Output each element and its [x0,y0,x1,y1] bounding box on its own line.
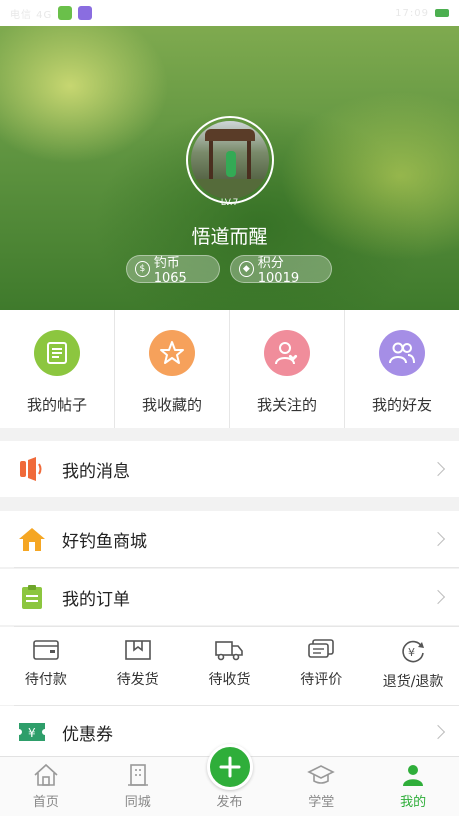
order-refund[interactable]: ¥ 退货/退款 [367,627,459,705]
nav-mine[interactable]: 我的 [367,757,459,816]
row-my-messages-label: 我的消息 [62,461,130,482]
row-my-orders-label: 我的订单 [62,589,130,610]
comment-icon [308,639,335,658]
order-pending-receipt[interactable]: 待收货 [184,627,276,705]
megaphone-icon [18,455,46,483]
quick-actions: 我的帖子 我收藏的 我关注的 我的好友 [0,310,459,428]
user-icon [403,765,424,786]
nav-home[interactable]: 首页 [0,757,92,816]
document-icon [34,330,80,376]
order-refund-label: 退货/退款 [382,674,444,690]
quick-my-favorites[interactable]: 我收藏的 [115,310,230,428]
order-status-strip: 待付款 待发货 待收货 待评价 ¥ 退货/退款 [0,627,459,705]
points-pill[interactable]: ◆ 积分 10019 [230,255,332,286]
truck-icon [215,641,244,661]
coins-label: 钓币 1065 [153,256,187,286]
package-icon [124,640,151,660]
nav-school[interactable]: 学堂 [275,757,367,816]
chevron-right-icon [430,589,446,605]
house-icon [18,525,46,553]
coin-icon: $ [135,261,150,277]
chevron-right-icon [430,724,446,740]
avatar-image [191,121,269,199]
star-icon [149,330,195,376]
nav-city-label: 同城 [124,795,151,810]
order-pending-payment[interactable]: 待付款 [0,627,92,705]
row-mall[interactable]: 好钓鱼商城 [0,511,459,567]
svg-text:¥: ¥ [28,726,36,740]
graduation-cap-icon [307,765,336,784]
quick-my-friends[interactable]: 我的好友 [345,310,459,428]
refund-icon: ¥ [402,640,425,663]
order-pending-shipment-label: 待发货 [116,672,159,688]
nav-school-label: 学堂 [308,795,335,810]
person-heart-icon [264,330,310,376]
chevron-right-icon [430,461,446,477]
quick-following[interactable]: 我关注的 [230,310,345,428]
app-notification-icon [78,6,93,20]
level-badge: LV.7 [220,198,239,208]
quick-my-friends-label: 我的好友 [371,396,432,414]
chevron-right-icon [430,531,446,547]
points-label: 积分 10019 [257,256,300,286]
order-pending-shipment[interactable]: 待发货 [92,627,184,705]
row-my-orders[interactable]: 我的订单 [0,569,459,625]
quick-my-posts-label: 我的帖子 [26,396,87,414]
profile-header: LV.7 悟道而醒 $ 钓币 1065 ◆ 积分 10019 [0,26,459,310]
row-my-messages[interactable]: 我的消息 [0,441,459,497]
row-coupons-label: 优惠券 [62,724,113,745]
divider [14,567,459,568]
points-icon: ◆ [239,261,254,277]
coupon-icon: ¥ [18,718,46,746]
order-pending-receipt-label: 待收货 [208,672,251,688]
carrier-text: 电信 4G [10,9,53,21]
battery-icon [435,9,449,17]
friends-icon [379,330,425,376]
wallet-icon [33,640,59,660]
publish-button[interactable] [207,744,253,790]
order-pending-review-label: 待评价 [300,672,343,688]
plus-icon [219,756,241,778]
avatar[interactable] [186,116,274,204]
quick-my-favorites-label: 我收藏的 [141,396,202,414]
quick-my-posts[interactable]: 我的帖子 [0,310,115,428]
clock-text: 17:09 [395,7,429,19]
clipboard-icon [18,583,46,611]
status-bar: 电信 4G 17:09 [0,0,459,26]
coins-pill[interactable]: $ 钓币 1065 [126,255,220,286]
order-pending-payment-label: 待付款 [24,672,67,688]
quick-following-label: 我关注的 [256,396,317,414]
nav-publish-label: 发布 [216,795,243,810]
nav-home-label: 首页 [32,795,59,810]
home-icon [34,763,58,786]
username[interactable]: 悟道而醒 [0,222,459,249]
row-mall-label: 好钓鱼商城 [62,531,147,552]
svg-text:¥: ¥ [408,646,415,659]
order-pending-review[interactable]: 待评价 [275,627,367,705]
wechat-notification-icon [58,6,73,20]
building-icon [127,764,148,786]
nav-mine-label: 我的 [400,795,427,810]
nav-city[interactable]: 同城 [92,757,184,816]
